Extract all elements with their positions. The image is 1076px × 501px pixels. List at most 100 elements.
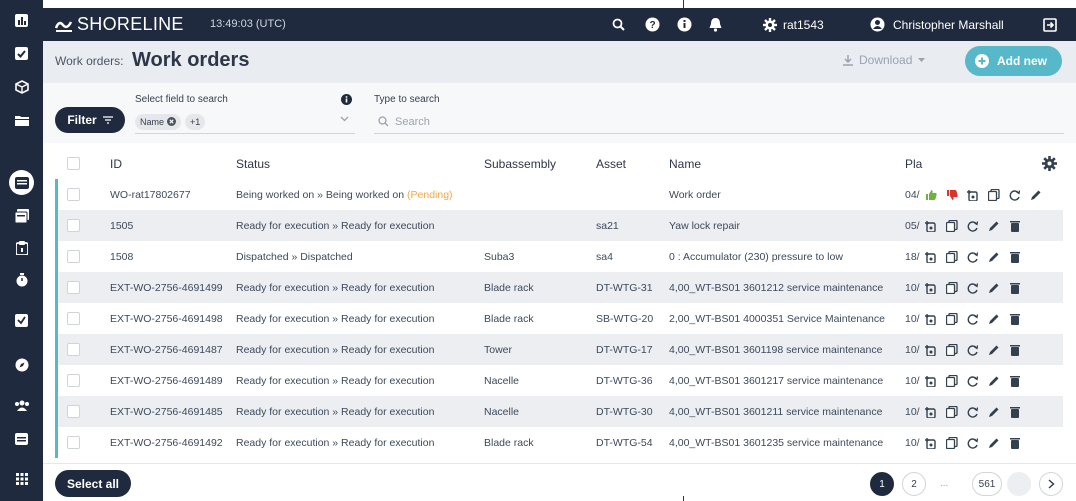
row-checkbox[interactable] — [67, 343, 80, 356]
user-avatar-icon[interactable] — [869, 16, 886, 33]
breadcrumb[interactable]: Work orders: — [55, 54, 123, 68]
apps-grid-icon[interactable] — [9, 466, 34, 491]
edit-pencil-icon[interactable] — [988, 344, 1000, 356]
row-checkbox[interactable] — [67, 219, 80, 232]
info-icon[interactable] — [676, 16, 693, 33]
copy-icon[interactable] — [946, 219, 958, 232]
trash-icon[interactable] — [1009, 282, 1021, 294]
next-page-button[interactable] — [1039, 472, 1063, 496]
edit-pencil-icon[interactable] — [988, 437, 1000, 449]
field-select[interactable]: Name +1 — [135, 110, 355, 134]
row-checkbox[interactable] — [67, 374, 80, 387]
assign-user-icon[interactable] — [925, 375, 937, 387]
table-row[interactable]: EXT-WO-2756-4691489 Ready for execution »… — [55, 365, 1063, 396]
logout-icon[interactable] — [1041, 16, 1058, 33]
refresh-icon[interactable] — [967, 313, 979, 325]
edit-pencil-icon[interactable] — [988, 313, 1000, 325]
page-last-button[interactable]: 561 — [972, 472, 1002, 496]
edit-pencil-icon[interactable] — [988, 251, 1000, 263]
copy-icon[interactable] — [988, 188, 1000, 201]
refresh-icon[interactable] — [967, 282, 979, 294]
checkbox-icon[interactable] — [9, 41, 34, 66]
dislike-icon[interactable] — [946, 189, 958, 201]
table-row[interactable]: EXT-WO-2756-4691499 Ready for execution »… — [55, 272, 1063, 303]
trash-icon[interactable] — [1009, 437, 1021, 449]
trash-icon[interactable] — [1009, 344, 1021, 356]
calendar-icon[interactable] — [9, 425, 34, 450]
copy-icon[interactable] — [946, 436, 958, 449]
column-header-planned[interactable]: Pla — [905, 157, 922, 171]
trash-icon[interactable] — [1009, 406, 1021, 418]
trash-icon[interactable] — [1009, 375, 1021, 387]
copy-icon[interactable] — [946, 405, 958, 418]
row-checkbox[interactable] — [67, 250, 80, 263]
refresh-icon[interactable] — [967, 344, 979, 356]
cell-id[interactable]: EXT-WO-2756-4691498 — [110, 313, 223, 325]
approve-icon[interactable] — [9, 308, 34, 333]
edit-pencil-icon[interactable] — [988, 406, 1000, 418]
trash-icon[interactable] — [1009, 220, 1021, 232]
select-all-checkbox[interactable] — [67, 157, 80, 170]
column-header-asset[interactable]: Asset — [596, 157, 626, 171]
column-header-id[interactable]: ID — [110, 157, 122, 171]
refresh-icon[interactable] — [1009, 189, 1021, 201]
cell-id[interactable]: 1505 — [110, 220, 133, 232]
download-button[interactable]: Download — [843, 53, 926, 67]
stack-icon[interactable] — [9, 203, 34, 228]
cell-id[interactable]: EXT-WO-2756-4691489 — [110, 375, 223, 387]
cell-id[interactable]: EXT-WO-2756-4691487 — [110, 344, 223, 356]
copy-icon[interactable] — [946, 312, 958, 325]
table-row[interactable]: EXT-WO-2756-4691485 Ready for execution »… — [55, 396, 1063, 427]
table-row[interactable]: EXT-WO-2756-4691492 Ready for execution »… — [55, 427, 1063, 458]
column-header-name[interactable]: Name — [669, 157, 701, 171]
row-checkbox[interactable] — [67, 312, 80, 325]
table-row[interactable]: EXT-WO-2756-4691498 Ready for execution »… — [55, 303, 1063, 334]
select-all-button[interactable]: Select all — [55, 470, 131, 497]
cell-id[interactable]: EXT-WO-2756-4691492 — [110, 437, 223, 449]
clipboard-icon[interactable] — [9, 235, 34, 260]
assign-user-icon[interactable] — [925, 406, 937, 418]
stopwatch-icon[interactable] — [9, 267, 34, 292]
table-row[interactable]: 1508 Dispatched » Dispatched Suba3 sa4 0 : A… — [55, 241, 1063, 272]
folder-icon[interactable] — [9, 107, 34, 132]
refresh-icon[interactable] — [967, 375, 979, 387]
cell-id[interactable]: EXT-WO-2756-4691485 — [110, 406, 223, 418]
refresh-icon[interactable] — [967, 220, 979, 232]
field-chip-name[interactable]: Name — [135, 113, 182, 130]
page-2-button[interactable]: 2 — [902, 472, 926, 496]
dashboard-icon[interactable] — [9, 8, 34, 33]
bell-icon[interactable] — [707, 16, 724, 33]
like-icon[interactable] — [925, 189, 937, 201]
compass-icon[interactable] — [9, 352, 34, 377]
copy-icon[interactable] — [946, 343, 958, 356]
row-checkbox[interactable] — [67, 405, 80, 418]
assign-user-icon[interactable] — [925, 282, 937, 294]
chevron-down-icon[interactable] — [340, 116, 349, 122]
assign-user-icon[interactable] — [967, 189, 979, 201]
trash-icon[interactable] — [1009, 313, 1021, 325]
row-checkbox[interactable] — [67, 436, 80, 449]
add-new-button[interactable]: Add new — [965, 46, 1062, 76]
refresh-icon[interactable] — [967, 251, 979, 263]
assign-user-icon[interactable] — [925, 313, 937, 325]
field-chip-more[interactable]: +1 — [185, 113, 206, 130]
assign-user-icon[interactable] — [925, 251, 937, 263]
trash-icon[interactable] — [1009, 251, 1021, 263]
row-checkbox[interactable] — [67, 281, 80, 294]
gear-icon[interactable] — [761, 16, 778, 33]
cell-id[interactable]: EXT-WO-2756-4691499 — [110, 282, 223, 294]
chip-remove-icon[interactable] — [167, 117, 177, 126]
table-row[interactable]: EXT-WO-2756-4691487 Ready for execution »… — [55, 334, 1063, 365]
cube-icon[interactable] — [9, 74, 34, 99]
app-logo[interactable]: SHORELINE — [55, 14, 184, 35]
table-row[interactable]: 1505 Ready for execution » Ready for exec… — [55, 210, 1063, 241]
info-icon[interactable] — [341, 94, 352, 105]
tenant-id[interactable]: rat1543 — [783, 18, 824, 32]
assign-user-icon[interactable] — [925, 344, 937, 356]
cell-id[interactable]: WO-rat17802677 — [110, 189, 191, 201]
search-input[interactable]: Search — [374, 110, 1064, 134]
cell-id[interactable]: 1508 — [110, 251, 133, 263]
column-header-status[interactable]: Status — [236, 157, 270, 171]
user-name[interactable]: Christopher Marshall — [893, 18, 1004, 32]
edit-pencil-icon[interactable] — [988, 220, 1000, 232]
